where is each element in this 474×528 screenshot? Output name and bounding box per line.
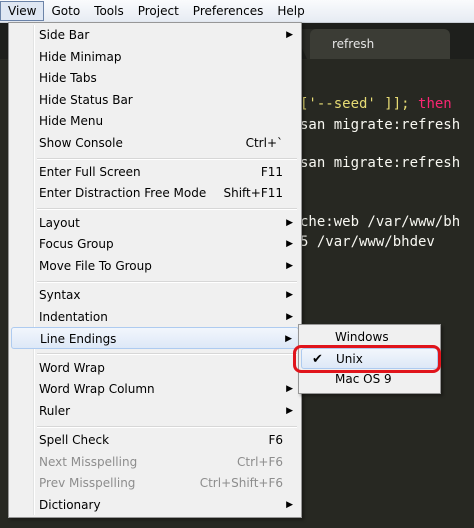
menu-item-label: Word Wrap (39, 361, 105, 375)
menu-item-label: Layout (39, 216, 80, 230)
code-view[interactable]: ['--seed' ]]; then san migrate:refresh s… (300, 59, 474, 528)
line-endings-submenu: Windows ✔ Unix Mac OS 9 (298, 324, 441, 394)
menu-item-dictionary[interactable]: Dictionary ▶ (11, 494, 299, 516)
menu-item-label: Move File To Group (39, 259, 152, 273)
menu-item-label: Enter Full Screen (39, 165, 141, 179)
menu-tools[interactable]: Tools (87, 1, 131, 21)
menu-separator (37, 353, 297, 355)
menu-bar: View Goto Tools Project Preferences Help (0, 0, 474, 23)
menu-item-spell-check[interactable]: Spell Check F6 (11, 429, 299, 451)
menu-help[interactable]: Help (270, 1, 311, 21)
menu-item-label: Word Wrap Column (39, 382, 155, 396)
checkmark-icon: ✔ (312, 352, 323, 367)
menu-separator (37, 208, 297, 210)
menu-goto[interactable]: Goto (44, 1, 87, 21)
submenu-arrow-icon: ▶ (286, 290, 293, 300)
menu-item-label: Prev Misspelling (39, 476, 136, 490)
code-line: san migrate:refresh (300, 117, 461, 133)
menu-item-label: Spell Check (39, 433, 110, 447)
submenu-arrow-icon: ▶ (286, 218, 293, 228)
submenu-item-unix[interactable]: ✔ Unix (301, 348, 438, 369)
menu-item-ruler[interactable]: Ruler ▶ (11, 400, 299, 422)
menu-item-word-wrap-column[interactable]: Word Wrap Column ▶ (11, 378, 299, 400)
menu-item-label: Hide Tabs (39, 71, 97, 85)
menu-item-hide-status-bar[interactable]: Hide Status Bar (11, 89, 299, 111)
submenu-arrow-icon: ▶ (286, 239, 293, 249)
menu-item-shortcut: F11 (260, 165, 283, 179)
code-line: che:web /var/www/bh (300, 214, 461, 230)
menu-preferences[interactable]: Preferences (186, 1, 271, 21)
code-line: 5 /var/www/bhdev (300, 234, 435, 250)
code-keyword: then (418, 96, 452, 112)
menu-item-side-bar[interactable]: Side Bar ▶ (11, 24, 299, 46)
submenu-item-label: Unix (336, 352, 363, 366)
menu-item-prev-misspelling[interactable]: Prev Misspelling Ctrl+Shift+F6 (11, 472, 299, 494)
menu-item-hide-menu[interactable]: Hide Menu (11, 110, 299, 132)
menu-item-label: Syntax (39, 288, 81, 302)
menu-item-shortcut: F6 (268, 433, 283, 447)
menu-item-label: Side Bar (39, 28, 90, 42)
menu-item-label: Hide Status Bar (39, 93, 133, 107)
tab-refresh[interactable]: refresh (310, 29, 450, 59)
submenu-arrow-icon: ▶ (286, 500, 293, 510)
submenu-arrow-icon: ▶ (286, 30, 293, 40)
menu-view[interactable]: View (0, 1, 45, 21)
submenu-item-label: Mac OS 9 (335, 372, 392, 386)
menu-item-layout[interactable]: Layout ▶ (11, 212, 299, 234)
submenu-arrow-icon: ▶ (285, 334, 292, 344)
submenu-item-label: Windows (335, 330, 389, 344)
menu-item-label: Focus Group (39, 237, 114, 251)
menu-item-label: Line Endings (40, 332, 117, 346)
menu-item-line-endings[interactable]: Line Endings ▶ (11, 327, 299, 349)
menu-item-enter-full-screen[interactable]: Enter Full Screen F11 (11, 161, 299, 183)
view-menu-dropdown: Side Bar ▶ Hide Minimap Hide Tabs Hide S… (8, 22, 302, 518)
menu-item-show-console[interactable]: Show Console Ctrl+` (11, 132, 299, 154)
menu-item-syntax[interactable]: Syntax ▶ (11, 284, 299, 306)
menu-item-label: Indentation (39, 310, 108, 324)
menu-item-shortcut: Ctrl+F6 (237, 455, 283, 469)
menu-separator (37, 158, 297, 160)
menu-item-label: Ruler (39, 404, 71, 418)
submenu-arrow-icon: ▶ (286, 384, 293, 394)
menu-item-word-wrap[interactable]: Word Wrap (11, 357, 299, 379)
menu-separator (37, 426, 297, 428)
menu-item-label: Hide Menu (39, 114, 104, 128)
menu-item-indentation[interactable]: Indentation ▶ (11, 306, 299, 328)
menu-item-shortcut: Shift+F11 (223, 186, 283, 200)
menu-item-focus-group[interactable]: Focus Group ▶ (11, 233, 299, 255)
menu-item-label: Dictionary (39, 498, 101, 512)
menu-item-label: Hide Minimap (39, 50, 122, 64)
menu-project[interactable]: Project (131, 1, 186, 21)
menu-separator (37, 281, 297, 283)
menu-item-shortcut: Ctrl+` (245, 136, 283, 150)
menu-item-shortcut: Ctrl+Shift+F6 (199, 476, 283, 490)
menu-item-hide-minimap[interactable]: Hide Minimap (11, 46, 299, 68)
code-line: san migrate:refresh (300, 155, 461, 171)
menu-item-hide-tabs[interactable]: Hide Tabs (11, 67, 299, 89)
menu-item-label: Show Console (39, 136, 123, 150)
menu-item-move-file-to-group[interactable]: Move File To Group ▶ (11, 255, 299, 277)
code-line: ['--seed' ]]; then (300, 96, 452, 112)
submenu-item-windows[interactable]: Windows (301, 327, 438, 348)
code-string: ['--seed' ]]; (300, 96, 419, 112)
menu-item-label: Enter Distraction Free Mode (39, 186, 207, 200)
submenu-item-mac-os-9[interactable]: Mac OS 9 (301, 369, 438, 390)
menu-item-next-misspelling[interactable]: Next Misspelling Ctrl+F6 (11, 451, 299, 473)
menu-item-label: Next Misspelling (39, 455, 138, 469)
submenu-arrow-icon: ▶ (286, 406, 293, 416)
submenu-arrow-icon: ▶ (286, 312, 293, 322)
menu-item-distraction-free[interactable]: Enter Distraction Free Mode Shift+F11 (11, 182, 299, 204)
submenu-arrow-icon: ▶ (286, 261, 293, 271)
